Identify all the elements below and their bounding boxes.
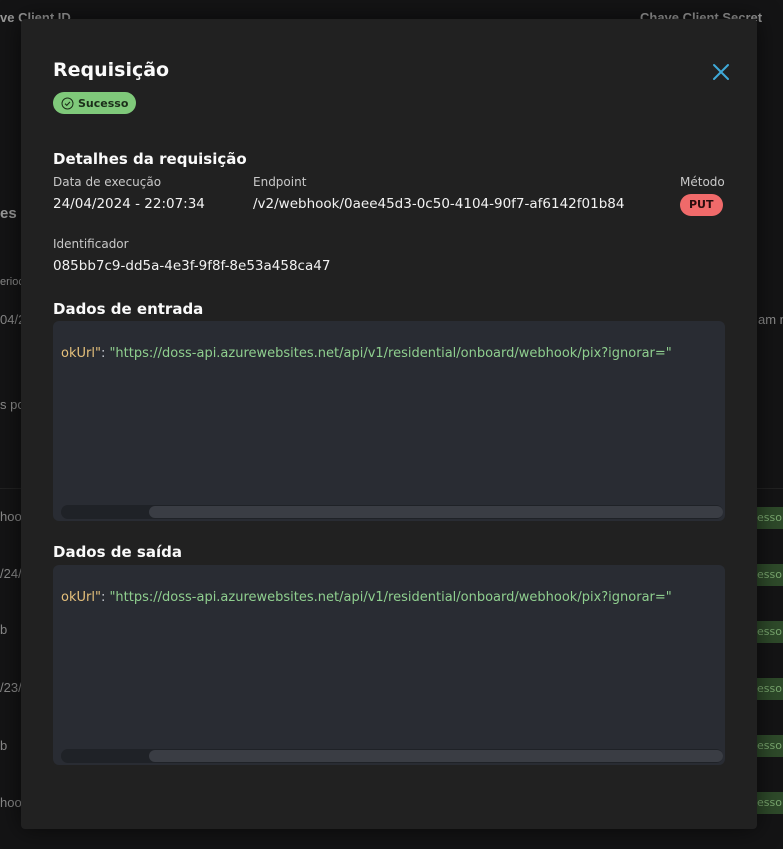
details-title: Detalhes da requisição [53,150,247,168]
output-data-code-block[interactable]: okUrl": "https://doss-api.azurewebsites.… [53,565,725,765]
identifier-value: 085bb7c9-dd5a-4e3f-9f8f-8e53a458ca47 [53,258,331,274]
horizontal-scrollbar[interactable] [61,505,723,519]
endpoint-value: /v2/webhook/0aee45d3-0c50-4104-90f7-af61… [253,196,625,212]
scrollbar-thumb[interactable] [149,506,723,518]
input-data-code-block[interactable]: okUrl": "https://doss-api.azurewebsites.… [53,321,725,521]
code-line: okUrl": "https://doss-api.azurewebsites.… [61,346,672,361]
endpoint-label: Endpoint [253,175,307,189]
bg-status-pill: esso [753,678,783,700]
input-data-title: Dados de entrada [53,300,204,318]
request-modal: Requisição Sucesso Detalhes da requisiçã… [21,19,757,829]
close-icon [713,64,729,80]
bg-fragment: b [0,622,8,637]
bg-status-pill: esso [753,621,783,643]
json-value: "https://doss-api.azurewebsites.net/api/… [109,346,672,361]
method-badge: PUT [680,194,723,216]
bg-fragment: es [0,205,17,222]
bg-fragment: /24/ [0,566,22,581]
execution-date-value: 24/04/2024 - 22:07:34 [53,196,205,212]
modal-title: Requisição [53,59,170,81]
json-key: okUrl" [61,590,101,605]
bg-status-pill: esso [753,735,783,757]
bg-fragment: b [0,738,8,753]
bg-status-pill: esso [753,564,783,586]
code-line: okUrl": "https://doss-api.azurewebsites.… [61,590,672,605]
status-badge: Sucesso [53,92,137,114]
bg-fragment: /23/ [0,680,22,695]
bg-fragment: am n [758,312,783,327]
json-value: "https://doss-api.azurewebsites.net/api/… [109,590,672,605]
bg-status-pill: esso [753,507,783,529]
scrollbar-thumb[interactable] [149,750,723,762]
identifier-label: Identificador [53,237,129,251]
json-key: okUrl" [61,346,101,361]
status-label: Sucesso [78,96,129,110]
output-data-title: Dados de saída [53,543,182,561]
check-circle-icon [61,97,74,109]
bg-status-pill: esso [753,792,783,814]
execution-date-label: Data de execução [53,175,162,189]
method-label: Método [680,175,725,189]
horizontal-scrollbar[interactable] [61,749,723,763]
close-button[interactable] [710,61,732,83]
